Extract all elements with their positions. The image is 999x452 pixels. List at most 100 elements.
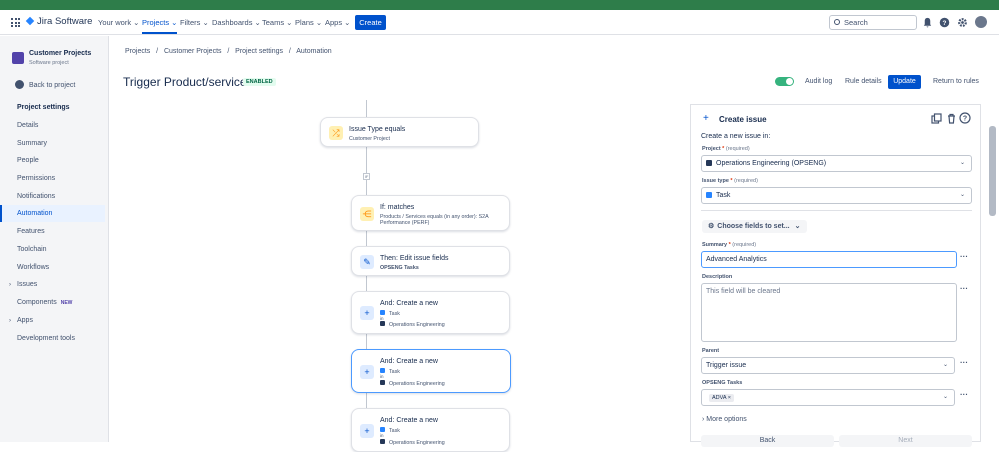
project-label: Operations Engineering xyxy=(389,440,445,446)
back-label: Back to project xyxy=(29,82,76,89)
notifications-icon[interactable] xyxy=(922,17,933,28)
sidebar-item-toolchain[interactable]: Toolchain xyxy=(0,241,105,258)
opseng-tasks-select[interactable]: ADVA × ⌄ xyxy=(701,389,955,406)
summary-field[interactable]: Advanced Analytics xyxy=(701,251,957,268)
sidebar-item-development-tools[interactable]: Development tools xyxy=(0,330,105,347)
issue-type-select[interactable]: Task ⌄ xyxy=(701,187,972,204)
next-button[interactable]: Next xyxy=(839,435,972,447)
create-card-project: Operations Engineering xyxy=(380,439,445,446)
breadcrumb-projects[interactable]: Projects xyxy=(125,48,150,55)
close-icon[interactable]: × xyxy=(728,395,731,401)
back-to-project-link[interactable]: Back to project xyxy=(15,80,75,89)
update-button[interactable]: Update xyxy=(888,75,921,89)
create-card-in: in xyxy=(380,374,384,379)
project-select[interactable]: Operations Engineering (OPSENG) ⌄ xyxy=(701,155,972,172)
create-issue-card[interactable]: + And: Create a new Task in Operations E… xyxy=(351,291,510,334)
rule-details-button[interactable]: Rule details xyxy=(845,75,882,89)
breadcrumb-project-settings[interactable]: Project settings xyxy=(235,48,283,55)
more-options-toggle[interactable]: › More options xyxy=(702,416,747,423)
create-button[interactable]: Create xyxy=(355,15,386,30)
audit-log-button[interactable]: Audit log xyxy=(805,75,832,89)
label-text: Project xyxy=(702,146,721,152)
pencil-icon: ✎ xyxy=(360,255,374,269)
label-text: Summary xyxy=(702,242,728,248)
jira-logo[interactable]: Jira Software xyxy=(26,16,92,27)
breadcrumb-separator: / xyxy=(223,48,234,55)
nav-teams[interactable]: Teams ⌄ xyxy=(262,18,292,27)
description-field[interactable]: This field will be cleared xyxy=(701,283,957,342)
svg-text:?: ? xyxy=(943,20,947,27)
more-icon[interactable]: ··· xyxy=(960,390,968,399)
logo-text: Jira Software xyxy=(37,16,93,27)
sidebar-item-components[interactable]: Components NEW xyxy=(0,294,105,311)
nav-filters[interactable]: Filters ⌄ xyxy=(180,18,209,27)
edit-fields-card[interactable]: ✎ Then: Edit issue fields OPSENG Tasks xyxy=(351,246,510,276)
trigger-card[interactable]: ⤮ Issue Type equals Customer Project xyxy=(320,117,479,147)
settings-gear-icon[interactable] xyxy=(957,17,968,28)
more-icon[interactable]: ··· xyxy=(960,284,968,293)
opseng-chip[interactable]: ADVA × xyxy=(709,394,735,402)
rule-enabled-toggle[interactable] xyxy=(775,77,794,86)
nav-your-work[interactable]: Your work ⌄ xyxy=(98,18,139,27)
create-card-title: And: Create a new xyxy=(380,358,438,365)
sidebar-item-issues[interactable]: Issues xyxy=(0,276,105,293)
choose-fields-button[interactable]: ⚙ Choose fields to set... ⌄ xyxy=(702,220,807,233)
avatar[interactable] xyxy=(975,16,987,28)
sidebar-item-permissions[interactable]: Permissions xyxy=(0,170,105,187)
required-hint: (required) xyxy=(732,242,757,248)
breadcrumb: Projects / Customer Projects / Project s… xyxy=(125,48,332,55)
sidebar-item-apps[interactable]: Apps xyxy=(0,312,105,329)
chevron-down-icon: ⌄ xyxy=(959,160,965,166)
create-issue-card[interactable]: + And: Create a new Task in Operations E… xyxy=(351,408,510,452)
plus-icon: + xyxy=(360,424,374,438)
new-badge: NEW xyxy=(60,300,73,306)
svg-text:?: ? xyxy=(963,116,967,123)
more-icon[interactable]: ··· xyxy=(960,252,968,261)
nav-projects[interactable]: Projects ⌄ xyxy=(142,18,178,34)
create-issue-card-selected[interactable]: + And: Create a new Task in Operations E… xyxy=(351,349,511,393)
sidebar-item-automation[interactable]: Automation xyxy=(0,205,105,222)
sidebar-item-workflows[interactable]: Workflows xyxy=(0,259,105,276)
nav-apps[interactable]: Apps ⌄ xyxy=(325,18,350,27)
sidebar-item-people[interactable]: People xyxy=(0,152,105,169)
if-branch-badge: IF xyxy=(363,173,370,180)
sidebar-item-summary[interactable]: Summary xyxy=(0,135,105,152)
search-input[interactable]: Search xyxy=(829,15,917,30)
app-switcher-icon[interactable] xyxy=(11,18,20,27)
project-icon xyxy=(380,321,385,326)
create-card-title: And: Create a new xyxy=(380,300,438,307)
create-card-project: Operations Engineering xyxy=(380,380,445,387)
required-hint: (required) xyxy=(725,146,750,152)
sidebar-item-features[interactable]: Features xyxy=(0,223,105,240)
chip-label: ADVA xyxy=(712,395,727,401)
divider xyxy=(701,210,972,211)
project-avatar-icon xyxy=(12,52,24,64)
parent-select[interactable]: Trigger issue ⌄ xyxy=(701,357,955,374)
components-label: Components xyxy=(17,299,57,306)
condition-card[interactable]: ⋲ If: matches Products / Services equals… xyxy=(351,195,510,231)
parent-value: Trigger issue xyxy=(706,362,747,369)
back-button[interactable]: Back xyxy=(701,435,834,447)
scrollbar[interactable] xyxy=(989,126,996,216)
return-to-rules-button[interactable]: Return to rules xyxy=(933,75,979,89)
breadcrumb-customer-projects[interactable]: Customer Projects xyxy=(164,48,222,55)
help-icon[interactable]: ? xyxy=(939,17,950,28)
chevron-down-icon: ⌄ xyxy=(959,192,965,198)
search-icon xyxy=(834,19,840,25)
create-card-project: Operations Engineering xyxy=(380,321,445,328)
sidebar-item-notifications[interactable]: Notifications xyxy=(0,188,105,205)
type-label: Task xyxy=(389,428,400,434)
help-icon[interactable]: ? xyxy=(959,112,971,124)
trash-icon[interactable] xyxy=(946,113,957,124)
breadcrumb-automation[interactable]: Automation xyxy=(296,48,331,55)
project-label: Operations Engineering xyxy=(389,322,445,328)
condition-title: If: matches xyxy=(380,204,415,211)
more-icon[interactable]: ··· xyxy=(960,358,968,367)
nav-plans[interactable]: Plans ⌄ xyxy=(295,18,322,27)
plus-icon: + xyxy=(360,306,374,320)
branch-icon: ⋲ xyxy=(360,207,374,221)
edit-subtitle: OPSENG Tasks xyxy=(380,265,419,271)
sidebar-item-details[interactable]: Details xyxy=(0,117,105,134)
copy-icon[interactable] xyxy=(931,113,942,124)
nav-dashboards[interactable]: Dashboards ⌄ xyxy=(212,18,261,27)
